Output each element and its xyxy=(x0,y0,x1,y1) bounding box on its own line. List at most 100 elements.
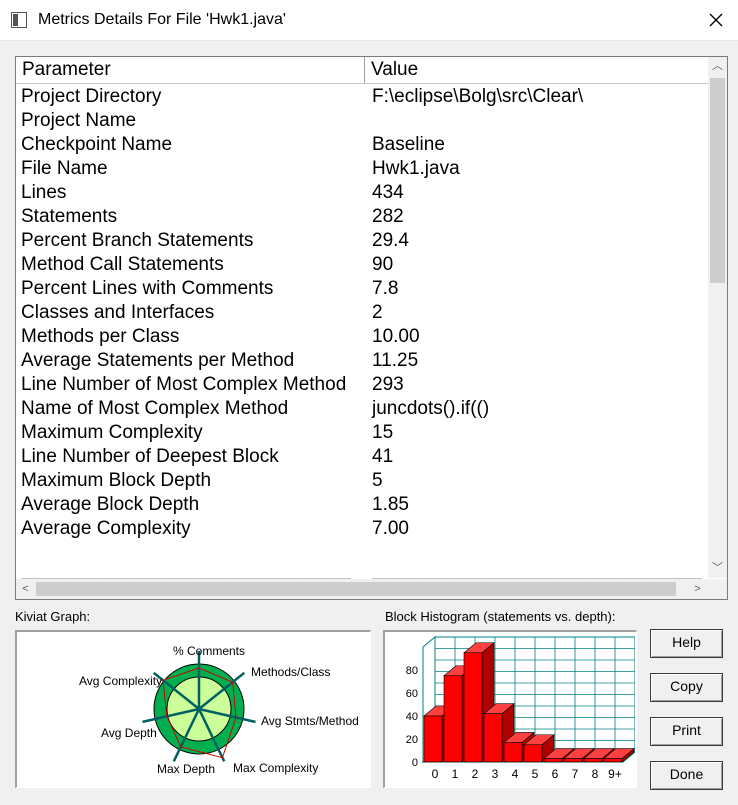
histogram-x-tick: 2 xyxy=(472,767,479,781)
scroll-down-icon[interactable]: ﹀ xyxy=(708,559,727,578)
table-row[interactable]: Maximum Complexity 15 xyxy=(16,421,708,445)
row-parameter: Average Block Depth xyxy=(21,494,200,515)
table-row[interactable]: Percent Lines with Comments 7.8 xyxy=(16,277,708,301)
row-parameter: Percent Lines with Comments xyxy=(21,278,274,299)
table-row[interactable]: Classes and Interfaces 2 xyxy=(16,301,708,325)
row-parameter: Project Name xyxy=(21,110,137,131)
column-divider[interactable] xyxy=(364,57,365,83)
table-row[interactable]: Average Block Depth 1.85 xyxy=(16,493,708,517)
histogram-x-tick: 3 xyxy=(492,767,499,781)
table-row[interactable]: Name of Most Complex Method juncdots().if… xyxy=(16,397,708,421)
row-value: 293 xyxy=(372,374,404,395)
horizontal-scrollbar[interactable]: < > xyxy=(16,579,708,599)
table-row[interactable]: Maximum Block Depth 5 xyxy=(16,469,708,493)
table-row[interactable]: File Name Hwk1.java xyxy=(16,157,708,181)
row-parameter: Line Number of Deepest Block xyxy=(21,446,279,467)
done-button[interactable]: Done xyxy=(650,761,723,790)
scroll-left-icon[interactable]: < xyxy=(16,579,35,599)
kiviat-axis-label: % Comments xyxy=(173,644,245,658)
window-title: Metrics Details For File 'Hwk1.java' xyxy=(38,11,286,28)
row-parameter: Percent Branch Statements xyxy=(21,230,254,251)
row-value: Baseline xyxy=(372,134,445,155)
histogram-x-tick: 7 xyxy=(572,767,579,781)
scroll-right-icon[interactable]: > xyxy=(688,579,707,599)
row-value: 41 xyxy=(372,446,394,467)
table-row[interactable]: Average Statements per Method 11.25 xyxy=(16,349,708,373)
table-row[interactable]: Checkpoint Name Baseline xyxy=(16,133,708,157)
histogram-svg: 0204060800 1 2 3 4 5 6 7 8 9+ xyxy=(406,635,637,781)
block-histogram: 0 20 40 60 80 0 1 2 3 4 5 6 7 8 9+ xyxy=(383,630,637,788)
row-parameter: Method Call Statements xyxy=(21,254,224,275)
kiviat-axis-label: Methods/Class xyxy=(251,665,330,679)
kiviat-graph: % Comments Methods/Class Avg Stmts/Metho… xyxy=(15,630,371,788)
kiviat-axis-label: Avg Complexity xyxy=(79,674,162,688)
row-value: 434 xyxy=(372,182,404,203)
kiviat-svg: % Comments Methods/Class Avg Stmts/Metho… xyxy=(79,644,359,776)
help-button[interactable]: Help xyxy=(650,629,723,658)
table-row[interactable]: Average Complexity 7.00 xyxy=(16,517,708,541)
vertical-scrollbar[interactable]: ︿ ﹀ xyxy=(708,57,727,578)
table-header: Parameter Value xyxy=(16,57,708,84)
row-parameter: File Name xyxy=(21,158,108,179)
row-value: 282 xyxy=(372,206,404,227)
table-row[interactable]: Line Number of Most Complex Method 293 xyxy=(16,373,708,397)
window-app-icon xyxy=(11,12,27,28)
print-button[interactable]: Print xyxy=(650,717,723,746)
row-parameter: Methods per Class xyxy=(21,326,180,347)
kiviat-label: Kiviat Graph: xyxy=(15,609,91,624)
row-parameter: Statements xyxy=(21,206,118,227)
horizontal-scroll-thumb[interactable] xyxy=(36,582,676,596)
histogram-x-tick: 0 xyxy=(432,767,439,781)
row-value: 5 xyxy=(372,470,383,491)
row-parameter: Classes and Interfaces xyxy=(21,302,215,323)
histogram-x-tick: 5 xyxy=(532,767,539,781)
kiviat-axis-label: Max Complexity xyxy=(233,761,318,775)
histogram-x-tick: 6 xyxy=(552,767,559,781)
histogram-x-tick: 4 xyxy=(512,767,519,781)
row-value: 11.25 xyxy=(372,350,419,371)
table-body: Project Directory F:\eclipse\Bolg\src\Cle… xyxy=(16,85,708,541)
title-bar: Metrics Details For File 'Hwk1.java' xyxy=(0,0,738,41)
row-value: 1.85 xyxy=(372,494,409,515)
histogram-y-tick: 80 xyxy=(406,665,418,677)
row-value: F:\eclipse\Bolg\src\Clear\ xyxy=(372,86,584,107)
row-value: 7.8 xyxy=(372,278,399,299)
row-parameter: Average Complexity xyxy=(21,518,191,539)
kiviat-axis-label: Max Depth xyxy=(157,762,215,776)
row-parameter: Checkpoint Name xyxy=(21,134,173,155)
metrics-table: Parameter Value Project Directory F:\ecli… xyxy=(15,56,728,600)
column-header-parameter[interactable]: Parameter xyxy=(22,57,111,83)
row-value: Hwk1.java xyxy=(372,158,460,179)
table-row[interactable]: Project Directory F:\eclipse\Bolg\src\Cle… xyxy=(16,85,708,109)
histogram-y-tick: 40 xyxy=(406,711,418,723)
row-value: 2 xyxy=(372,302,383,323)
table-row[interactable]: Percent Branch Statements 29.4 xyxy=(16,229,708,253)
row-value: 7.00 xyxy=(372,518,409,539)
row-parameter: Lines xyxy=(21,182,67,203)
row-value: 29.4 xyxy=(372,230,409,251)
scroll-up-icon[interactable]: ︿ xyxy=(708,57,727,76)
kiviat-axis-label: Avg Stmts/Method xyxy=(261,714,359,728)
table-row[interactable]: Project Name xyxy=(16,109,708,133)
table-row[interactable]: Methods per Class 10.00 xyxy=(16,325,708,349)
copy-button[interactable]: Copy xyxy=(650,673,723,702)
kiviat-axis-label: Avg Depth xyxy=(101,726,157,740)
row-parameter: Maximum Complexity xyxy=(21,422,203,443)
histogram-y-tick: 60 xyxy=(406,688,418,700)
row-value: 15 xyxy=(372,422,394,443)
row-parameter: Project Directory xyxy=(21,86,162,107)
column-header-value[interactable]: Value xyxy=(371,57,418,83)
row-parameter: Average Statements per Method xyxy=(21,350,295,371)
table-row[interactable]: Line Number of Deepest Block 41 xyxy=(16,445,708,469)
row-parameter: Maximum Block Depth xyxy=(21,470,212,491)
table-row[interactable]: Method Call Statements 90 xyxy=(16,253,708,277)
row-value: 10.00 xyxy=(372,326,420,347)
histogram-y-tick: 0 xyxy=(412,757,418,769)
vertical-scroll-thumb[interactable] xyxy=(710,78,725,283)
histogram-x-tick: 9+ xyxy=(608,767,622,781)
close-icon[interactable] xyxy=(700,6,732,34)
table-row[interactable]: Lines 434 xyxy=(16,181,708,205)
table-row[interactable]: Statements 282 xyxy=(16,205,708,229)
row-parameter: Name of Most Complex Method xyxy=(21,398,289,419)
histogram-x-tick: 1 xyxy=(452,767,459,781)
